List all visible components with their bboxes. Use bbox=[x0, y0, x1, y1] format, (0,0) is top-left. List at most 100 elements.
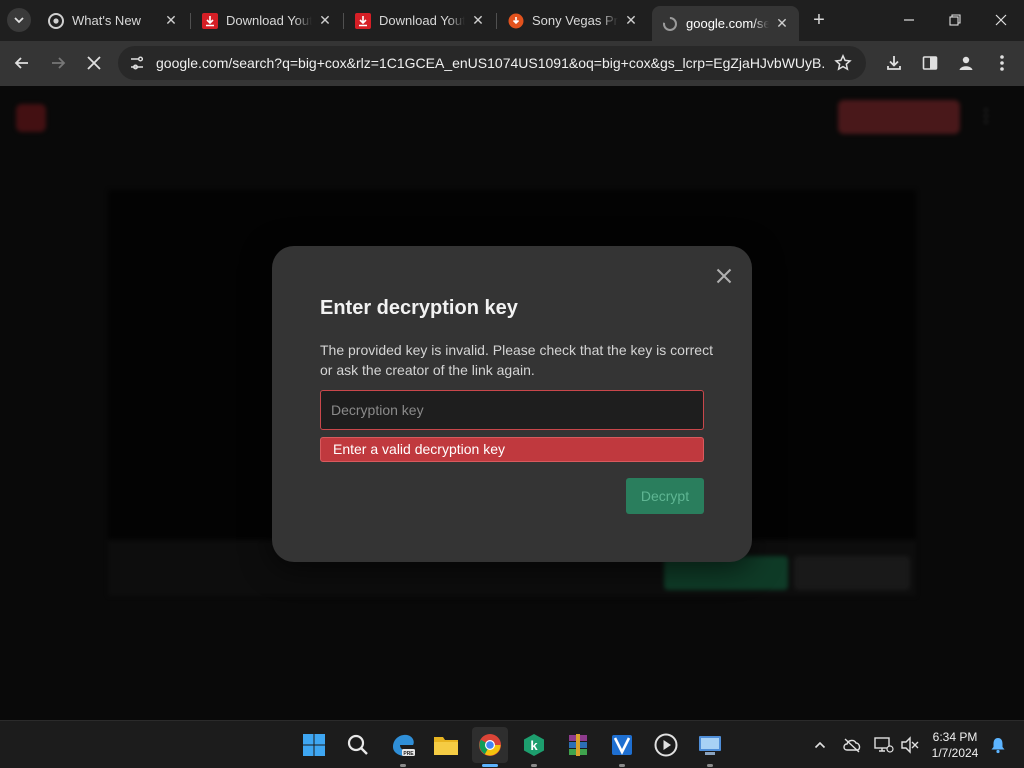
volume-tray-icon[interactable] bbox=[898, 733, 922, 757]
taskbar-vegas[interactable] bbox=[604, 727, 640, 767]
minimize-icon bbox=[904, 19, 914, 21]
running-indicator bbox=[707, 764, 713, 767]
vegas-icon bbox=[612, 735, 632, 755]
close-icon[interactable]: ✕ bbox=[469, 12, 487, 30]
arrow-left-icon bbox=[14, 57, 28, 69]
chevron-up-icon bbox=[814, 741, 826, 749]
forward-button[interactable] bbox=[44, 49, 72, 77]
window-close-button[interactable] bbox=[978, 0, 1024, 40]
download-icon bbox=[887, 56, 901, 70]
tab-title: What's New bbox=[72, 13, 141, 28]
show-hidden-icons-button[interactable] bbox=[808, 733, 832, 757]
stop-loading-button[interactable] bbox=[80, 49, 108, 77]
restore-icon bbox=[949, 14, 961, 26]
close-icon[interactable]: ✕ bbox=[773, 15, 791, 33]
tab-separator bbox=[343, 13, 344, 29]
taskbar-search-button[interactable] bbox=[340, 727, 376, 763]
tab-download-youtube-2[interactable]: Download Youtube ✕ bbox=[345, 6, 495, 35]
clock-time: 6:34 PM bbox=[932, 730, 978, 744]
bell-icon bbox=[991, 738, 1005, 754]
running-indicator bbox=[531, 764, 537, 767]
windows-taskbar: PRE k 6:34 PM 1/7/2024 bbox=[0, 720, 1024, 768]
taskbar-file-explorer[interactable] bbox=[428, 727, 464, 763]
close-icon bbox=[87, 56, 101, 70]
loading-globe-icon bbox=[662, 16, 678, 32]
chrome-icon bbox=[479, 734, 501, 756]
tab-title: Download Youtube bbox=[379, 13, 465, 28]
tab-strip: What's New ✕ Download Youtube ✕ Download… bbox=[0, 0, 1024, 41]
tab-google-search[interactable]: google.com/search ✕ bbox=[652, 6, 799, 41]
clock-date: 1/7/2024 bbox=[931, 746, 979, 760]
taskbar-remote-desktop[interactable] bbox=[692, 727, 728, 767]
dialog-description: The provided key is invalid. Please chec… bbox=[320, 342, 713, 378]
cloud-offline-icon bbox=[843, 738, 861, 753]
close-icon bbox=[995, 14, 1007, 26]
close-icon bbox=[716, 268, 732, 284]
search-icon bbox=[347, 734, 368, 755]
taskbar-winrar[interactable] bbox=[560, 727, 596, 763]
site-info-icon[interactable] bbox=[124, 50, 150, 76]
svg-text:k: k bbox=[530, 738, 538, 753]
svg-text:PRE: PRE bbox=[403, 751, 414, 757]
tab-search-button[interactable] bbox=[7, 8, 31, 32]
chrome-icon bbox=[48, 12, 64, 29]
decrypt-button[interactable]: Decrypt bbox=[626, 478, 704, 514]
address-url[interactable]: google.com/search?q=big+cox&rlz=1C1GCEA_… bbox=[156, 55, 826, 71]
kaspersky-icon: k bbox=[524, 734, 544, 756]
tab-sony-vegas[interactable]: Sony Vegas Pro ✕ bbox=[498, 6, 648, 35]
onedrive-tray-icon[interactable] bbox=[840, 733, 864, 757]
arrow-right-icon bbox=[52, 57, 66, 69]
dialog-title: Enter decryption key bbox=[320, 297, 518, 319]
running-indicator bbox=[482, 764, 498, 767]
side-panel-button[interactable] bbox=[916, 49, 944, 77]
profile-button[interactable] bbox=[952, 49, 980, 77]
running-indicator bbox=[400, 764, 406, 767]
download-red-icon bbox=[355, 12, 371, 29]
download-red-icon bbox=[202, 12, 218, 29]
profile-icon bbox=[959, 56, 973, 70]
close-icon[interactable]: ✕ bbox=[162, 12, 180, 30]
restore-button[interactable] bbox=[932, 0, 978, 40]
side-panel-icon bbox=[922, 56, 938, 70]
taskbar-media-player[interactable] bbox=[648, 727, 684, 763]
downloads-button[interactable] bbox=[880, 49, 908, 77]
minimize-button[interactable] bbox=[886, 0, 932, 40]
page-viewport: Enter decryption key The provided key is… bbox=[0, 86, 1024, 720]
volume-muted-icon bbox=[901, 736, 919, 754]
error-message: Enter a valid decryption key bbox=[320, 437, 704, 462]
tab-title: Sony Vegas Pro bbox=[532, 13, 618, 28]
dialog-close-button[interactable] bbox=[712, 264, 736, 288]
running-indicator bbox=[619, 764, 625, 767]
tab-whats-new[interactable]: What's New ✕ bbox=[38, 6, 188, 35]
decryption-key-dialog: Enter decryption key The provided key is… bbox=[272, 246, 752, 562]
start-button[interactable] bbox=[296, 727, 332, 763]
chevron-down-icon bbox=[14, 17, 24, 24]
new-tab-button[interactable]: + bbox=[808, 9, 830, 31]
tab-download-youtube-1[interactable]: Download Youtube ✕ bbox=[192, 6, 342, 35]
bookmark-star-icon[interactable] bbox=[832, 52, 854, 74]
notifications-button[interactable] bbox=[986, 733, 1010, 757]
orange-download-icon bbox=[508, 13, 524, 29]
close-icon[interactable]: ✕ bbox=[316, 12, 334, 30]
tab-separator bbox=[190, 13, 191, 29]
network-tray-icon[interactable] bbox=[872, 733, 896, 757]
remote-desktop-icon bbox=[699, 736, 721, 755]
taskbar-edge-dev[interactable]: PRE bbox=[385, 727, 421, 767]
back-button[interactable] bbox=[8, 49, 36, 77]
browser-toolbar: google.com/search?q=big+cox&rlz=1C1GCEA_… bbox=[0, 41, 1024, 86]
address-bar[interactable]: google.com/search?q=big+cox&rlz=1C1GCEA_… bbox=[118, 46, 866, 80]
tab-title: Download Youtube bbox=[226, 13, 312, 28]
decryption-key-input[interactable] bbox=[320, 390, 704, 430]
network-icon bbox=[874, 737, 894, 753]
file-explorer-icon bbox=[434, 737, 458, 755]
edge-dev-icon: PRE bbox=[393, 734, 415, 757]
taskbar-chrome[interactable] bbox=[472, 727, 508, 767]
browser-menu-button[interactable] bbox=[988, 49, 1016, 77]
tab-separator bbox=[496, 13, 497, 29]
close-icon[interactable]: ✕ bbox=[622, 12, 640, 30]
winrar-icon bbox=[569, 734, 587, 756]
start-icon bbox=[303, 734, 325, 756]
system-clock[interactable]: 6:34 PM 1/7/2024 bbox=[924, 729, 986, 761]
taskbar-kaspersky[interactable]: k bbox=[516, 727, 552, 767]
tab-title: google.com/search bbox=[686, 16, 769, 31]
